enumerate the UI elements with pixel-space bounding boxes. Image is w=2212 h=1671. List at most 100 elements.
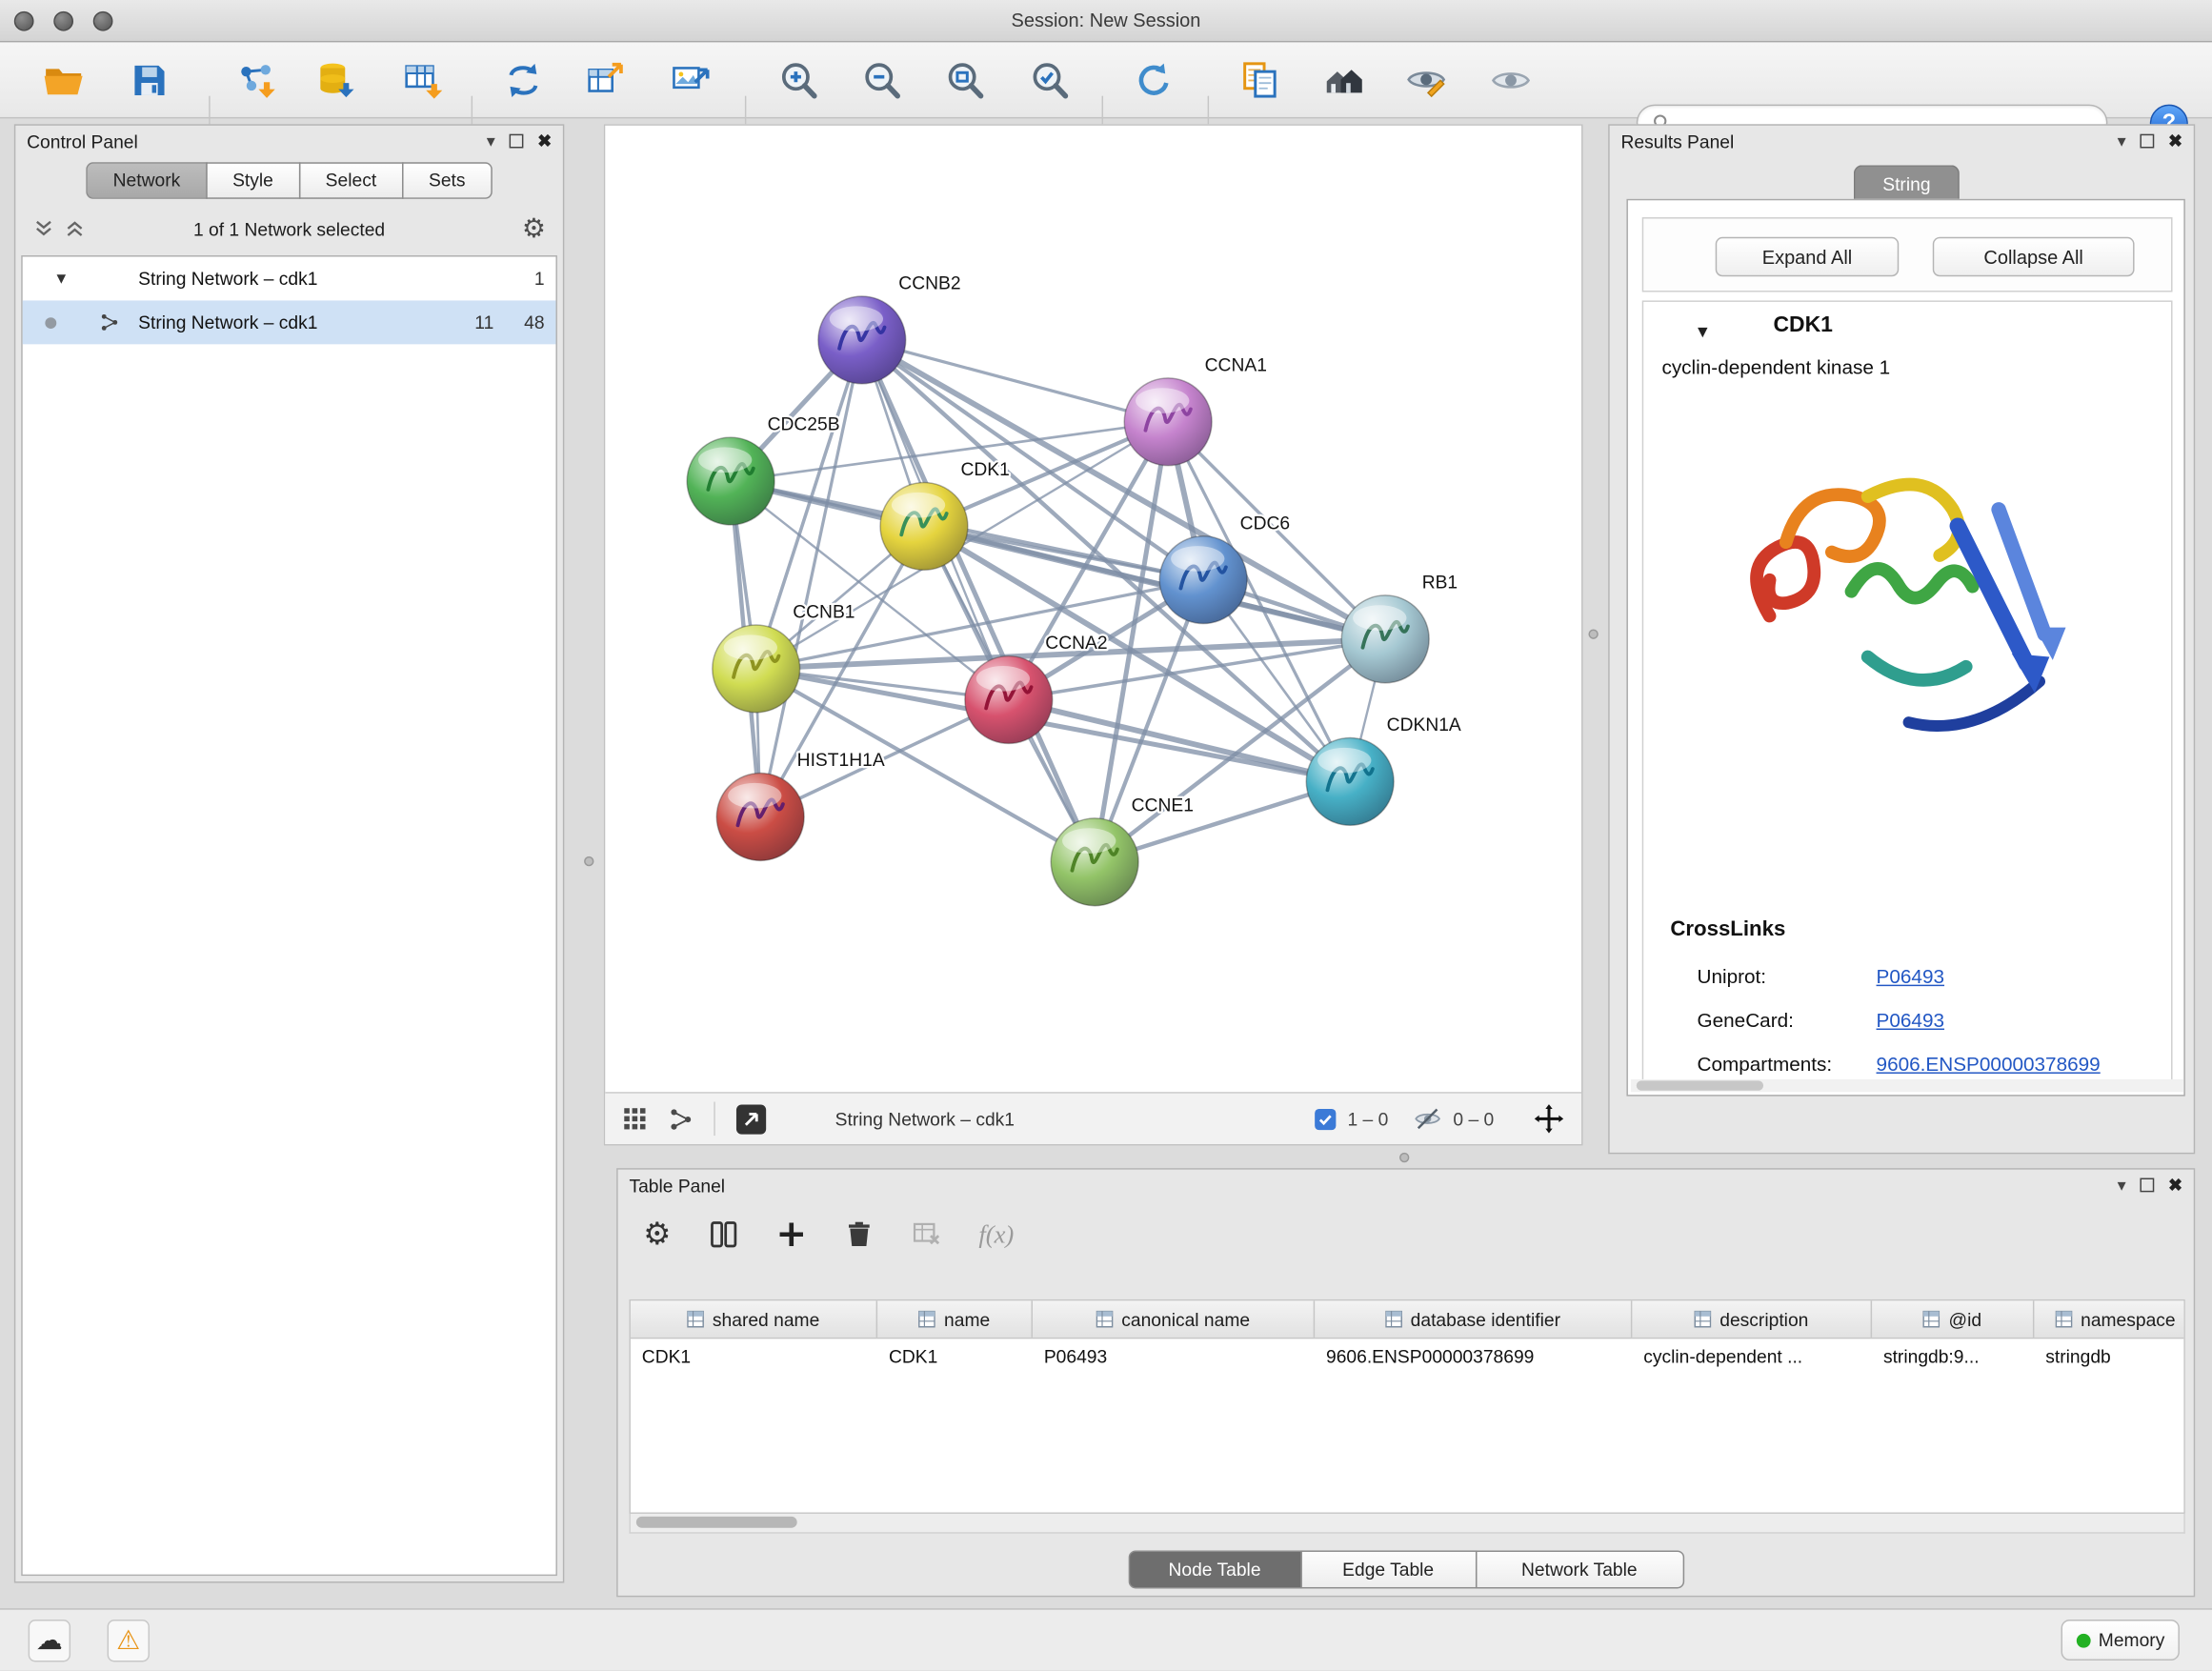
copy-icon xyxy=(1238,59,1280,101)
table-cell[interactable]: CDK1 xyxy=(877,1339,1033,1376)
show-graphics-details-button[interactable] xyxy=(1487,56,1535,104)
crosslink-value-link[interactable]: P06493 xyxy=(1877,965,1944,988)
network-node-ccna2[interactable] xyxy=(965,656,1053,744)
clone-network-button[interactable] xyxy=(499,56,547,104)
disclosure-triangle-icon[interactable]: ▼ xyxy=(53,271,69,288)
tab-network[interactable]: Network xyxy=(87,162,208,199)
open-session-button[interactable] xyxy=(39,56,87,104)
column-header[interactable]: name xyxy=(877,1300,1033,1338)
network-canvas[interactable]: CCNB2CCNA1CDC25BCDK1CDC6RB1CCNB1CCNA2CDK… xyxy=(605,126,1581,1092)
vertical-splitter-handle[interactable] xyxy=(1588,629,1598,638)
minimize-window-button[interactable] xyxy=(53,11,73,31)
zoom-selected-button[interactable] xyxy=(1026,56,1074,104)
network-view-toolbar: String Network – cdk1 1 – 0 0 – 0 xyxy=(605,1092,1581,1144)
network-node-cdc6[interactable] xyxy=(1159,536,1247,624)
panel-float-icon[interactable] xyxy=(2140,134,2154,149)
crosslinks-title: CrossLinks xyxy=(1670,917,1785,941)
import-network-database-button[interactable] xyxy=(313,56,361,104)
panel-menu-icon[interactable]: ▾ xyxy=(2118,1177,2126,1194)
delete-trash-icon[interactable] xyxy=(843,1218,875,1250)
table-row[interactable]: CDK1CDK1P064939606.ENSP00000378699cyclin… xyxy=(631,1339,2183,1376)
show-columns-icon[interactable] xyxy=(708,1218,739,1250)
copy-button[interactable] xyxy=(1236,56,1283,104)
pan-crosshair-icon[interactable] xyxy=(1534,1103,1565,1135)
export-image-button[interactable] xyxy=(666,56,714,104)
network-collection-row[interactable]: ▼ String Network – cdk1 1 xyxy=(23,257,556,301)
network-node-ccna1[interactable] xyxy=(1124,378,1212,466)
network-row-selected[interactable]: String Network – cdk1 11 48 xyxy=(23,300,556,344)
tab-select[interactable]: Select xyxy=(299,162,404,199)
zoom-window-button[interactable] xyxy=(93,11,113,31)
home-button[interactable] xyxy=(1320,56,1368,104)
gear-icon[interactable]: ⚙ xyxy=(522,212,546,245)
section-disclosure-icon[interactable]: ▼ xyxy=(1695,322,1712,342)
panel-menu-icon[interactable]: ▾ xyxy=(2118,132,2126,150)
close-window-button[interactable] xyxy=(14,11,34,31)
table-cell[interactable]: P06493 xyxy=(1033,1339,1315,1376)
network-node-hist1h1a[interactable] xyxy=(716,774,804,861)
panel-menu-icon[interactable]: ▾ xyxy=(487,132,495,150)
vertical-splitter-handle[interactable] xyxy=(584,856,593,866)
collapse-all-button[interactable]: Collapse All xyxy=(1933,237,2135,276)
table-cell[interactable]: stringdb:9... xyxy=(1872,1339,2034,1376)
selected-checkbox-icon[interactable] xyxy=(1315,1108,1336,1129)
panel-close-icon[interactable]: ✖ xyxy=(537,132,552,150)
network-node-ccnb2[interactable] xyxy=(818,296,906,384)
table-cell[interactable]: 9606.ENSP00000378699 xyxy=(1315,1339,1632,1376)
panel-close-icon[interactable]: ✖ xyxy=(2168,132,2182,150)
memory-button[interactable]: Memory xyxy=(2061,1620,2180,1661)
table-cell[interactable]: stringdb xyxy=(2034,1339,2184,1376)
column-header[interactable]: @id xyxy=(1872,1300,2034,1338)
tab-style[interactable]: Style xyxy=(206,162,300,199)
zoom-out-button[interactable] xyxy=(857,56,905,104)
network-node-cdkn1a[interactable] xyxy=(1306,737,1394,825)
results-hscrollbar[interactable] xyxy=(1631,1079,2183,1092)
warnings-button[interactable]: ⚠ xyxy=(108,1620,150,1661)
network-node-ccne1[interactable] xyxy=(1051,818,1138,906)
crosslink-row: GeneCard:P06493 xyxy=(1643,1000,2171,1044)
column-header[interactable]: shared name xyxy=(631,1300,877,1338)
zoom-in-button[interactable] xyxy=(774,56,822,104)
network-from-table-button[interactable] xyxy=(581,56,629,104)
panel-close-icon[interactable]: ✖ xyxy=(2168,1177,2182,1194)
expand-all-button[interactable]: Expand All xyxy=(1716,237,1900,276)
column-header[interactable]: description xyxy=(1632,1300,1872,1338)
tab-edge-table[interactable]: Edge Table xyxy=(1300,1550,1477,1588)
zoom-fit-button[interactable] xyxy=(941,56,989,104)
column-header[interactable]: canonical name xyxy=(1033,1300,1315,1338)
import-table-file-button[interactable] xyxy=(399,56,447,104)
table-settings-gear-icon[interactable]: ⚙ xyxy=(643,1217,671,1254)
table-cell[interactable]: cyclin-dependent ... xyxy=(1632,1339,1872,1376)
add-row-plus-icon[interactable] xyxy=(775,1218,807,1250)
tab-string[interactable]: String xyxy=(1854,165,1960,200)
network-node-rb1[interactable] xyxy=(1341,595,1429,683)
tab-sets[interactable]: Sets xyxy=(402,162,493,199)
node-count: 11 xyxy=(474,312,493,332)
tab-network-table[interactable]: Network Table xyxy=(1475,1550,1683,1588)
hide-graphics-details-button[interactable] xyxy=(1402,56,1450,104)
zoom-selected-icon xyxy=(1029,59,1071,101)
column-header[interactable]: namespace xyxy=(2034,1300,2184,1338)
network-node-cdc25b[interactable] xyxy=(687,437,774,525)
grid-view-icon[interactable] xyxy=(622,1106,648,1132)
column-header[interactable]: database identifier xyxy=(1315,1300,1632,1338)
network-view-icon[interactable] xyxy=(667,1105,694,1132)
import-network-file-button[interactable] xyxy=(232,56,280,104)
save-session-button[interactable] xyxy=(126,56,173,104)
network-node-cdk1[interactable] xyxy=(880,482,968,570)
detach-view-icon[interactable] xyxy=(735,1102,768,1135)
cloud-button[interactable]: ☁ xyxy=(29,1620,70,1661)
panel-float-icon[interactable] xyxy=(509,134,523,149)
tab-node-table[interactable]: Node Table xyxy=(1128,1550,1301,1588)
network-edge[interactable] xyxy=(862,340,1095,862)
horizontal-splitter-handle[interactable] xyxy=(1399,1153,1409,1162)
crosslink-value-link[interactable]: 9606.ENSP00000378699 xyxy=(1877,1053,2101,1076)
table-hscrollbar[interactable] xyxy=(629,1514,2184,1534)
node-label: CCNB1 xyxy=(793,603,855,623)
refresh-view-button[interactable] xyxy=(1130,56,1177,104)
network-node-ccnb1[interactable] xyxy=(713,625,800,713)
table-cell[interactable]: CDK1 xyxy=(631,1339,877,1376)
panel-float-icon[interactable] xyxy=(2140,1178,2154,1193)
crosslink-value-link[interactable]: P06493 xyxy=(1877,1009,1944,1032)
network-edge[interactable] xyxy=(760,340,862,817)
